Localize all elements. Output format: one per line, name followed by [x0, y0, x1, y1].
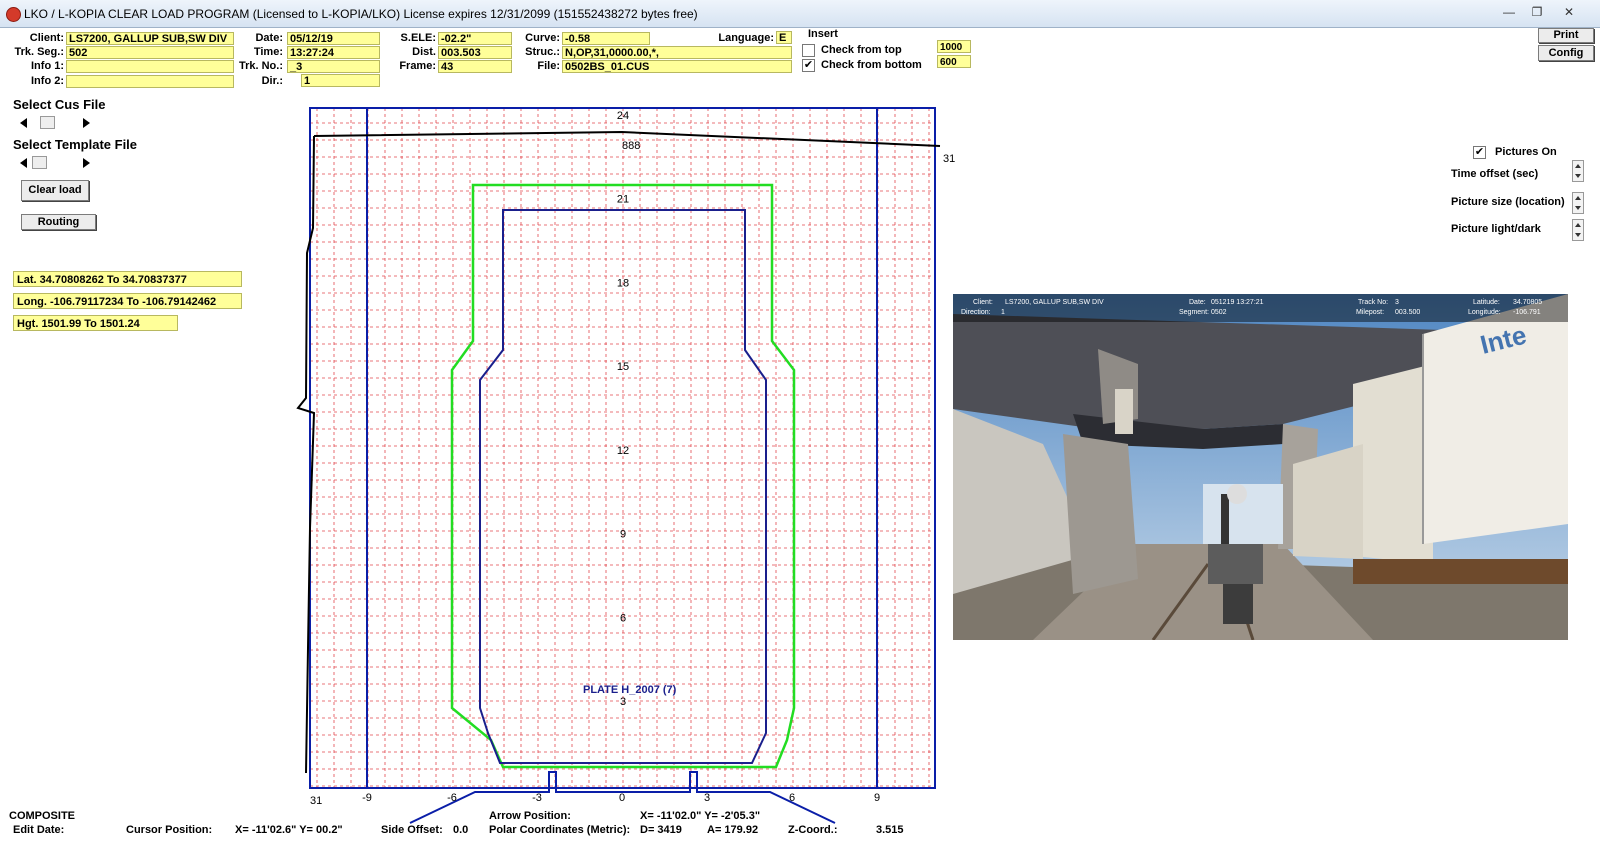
- arrow-position-label: Arrow Position:: [489, 810, 571, 822]
- x-axis-label: 6: [789, 792, 795, 804]
- title-bar: LKO / L-KOPIA CLEAR LOAD PROGRAM (Licens…: [0, 0, 1600, 28]
- x-axis-label: 0: [619, 792, 625, 804]
- app-icon: [6, 7, 21, 22]
- composite-label: COMPOSITE: [9, 810, 76, 822]
- close-button[interactable]: ✕: [1556, 3, 1582, 21]
- arrow-position-value: X= -11'02.0" Y= -2'05.3": [640, 810, 761, 822]
- y-axis-label: 18: [617, 277, 629, 289]
- polar-coordinates-label: Polar Coordinates (Metric):: [489, 824, 631, 836]
- y-axis-label: 12: [617, 445, 629, 457]
- maximize-button[interactable]: ❐: [1524, 3, 1550, 21]
- x-axis-label: 3: [704, 792, 710, 804]
- x-axis-label: 9: [874, 792, 880, 804]
- y-axis-label: 6: [620, 612, 626, 624]
- z-coord-label: Z-Coord.:: [788, 824, 838, 836]
- structure-side-profile: [296, 135, 316, 774]
- side-offset-label: Side Offset:: [381, 824, 443, 836]
- edit-date-label: Edit Date:: [13, 824, 65, 836]
- clearance-plot[interactable]: 24 21 18 15 12 9 6 3 -9 -6 -3 0 3 6 9 888 31 31 PLATE…: [0, 28, 1600, 868]
- plate-label: PLATE H_2007 (7): [583, 684, 677, 696]
- y-axis-label: 15: [617, 361, 629, 373]
- window-title: LKO / L-KOPIA CLEAR LOAD PROGRAM (Licens…: [24, 7, 698, 21]
- y-axis-label: 24: [617, 110, 629, 122]
- z-coord-value: 3.515: [876, 824, 904, 836]
- x-axis-label: -6: [447, 792, 457, 804]
- y-axis-label: 9: [620, 529, 626, 541]
- main-window: Client: LS7200, GALLUP SUB,SW DIV Trk. S…: [0, 28, 1600, 868]
- y-axis-label: 21: [617, 194, 629, 206]
- y-axis-label: 3: [620, 696, 626, 708]
- side-offset-value: 0.0: [453, 824, 469, 836]
- profile-right-label: 31: [943, 153, 955, 165]
- x-axis-label: -9: [362, 792, 372, 804]
- polar-d-value: D= 3419: [640, 824, 682, 836]
- profile-top-label: 888: [622, 140, 640, 152]
- cursor-position-label: Cursor Position:: [126, 824, 213, 836]
- cursor-position-value: X= -11'02.6" Y= 00.2": [235, 824, 343, 836]
- minimize-button[interactable]: —: [1496, 3, 1522, 21]
- x-axis-label: -3: [532, 792, 542, 804]
- polar-a-value: A= 179.92: [707, 824, 759, 836]
- profile-bottom-label: 31: [310, 795, 322, 807]
